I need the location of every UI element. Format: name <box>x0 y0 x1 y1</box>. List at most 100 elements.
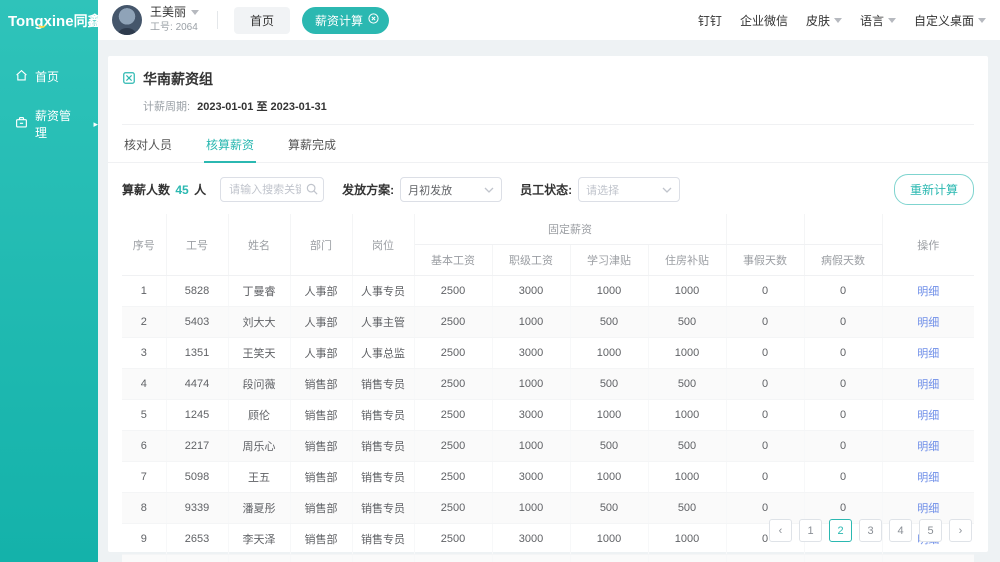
detail-link[interactable]: 明细 <box>917 348 939 360</box>
tab-calc-salary[interactable]: 核算薪资 <box>204 125 256 162</box>
menu-skin-label: 皮肤 <box>806 12 830 29</box>
cell-action: 明细 <box>882 307 974 338</box>
cell-dept: 人事部 <box>290 307 352 338</box>
next-page-button[interactable]: › <box>949 519 972 542</box>
card-head: 华南薪资组 计薪周期: 2023-01-01 至 2023-01-31 <box>108 56 988 125</box>
table-row: 6 2217 周乐心 销售部 销售专员 2500 1000 500 500 0 … <box>122 431 974 462</box>
home-icon <box>15 69 28 85</box>
cell-grade-salary: 1000 <box>492 493 570 524</box>
cell-base-salary: 2500 <box>414 369 492 400</box>
detail-link[interactable]: 明细 <box>917 472 939 484</box>
status-select-placeholder: 请选择 <box>586 182 619 198</box>
cell-action: 明细 <box>882 431 974 462</box>
cell-personal-leave: 0 <box>726 431 804 462</box>
detail-link[interactable]: 明细 <box>917 441 939 453</box>
cell-emp-no: 2653 <box>166 524 228 555</box>
cell-position: 人事专员 <box>352 276 414 307</box>
menu-language[interactable]: 语言 <box>860 12 896 29</box>
menu-custom-desktop[interactable]: 自定义桌面 <box>914 12 986 29</box>
tab-calc-done[interactable]: 算薪完成 <box>286 125 338 162</box>
nav-tab-home[interactable]: 首页 <box>234 7 290 34</box>
user-avatar[interactable] <box>112 5 142 35</box>
menu-skin[interactable]: 皮肤 <box>806 12 842 29</box>
cell-name: 潘夏彤 <box>228 493 290 524</box>
cell-study-allowance: 500 <box>570 369 648 400</box>
detail-link[interactable]: 明细 <box>917 286 939 298</box>
page-button-4[interactable]: 4 <box>889 519 912 542</box>
staff-count-label: 算薪人数 <box>122 183 170 197</box>
brand-logo: Tongxine同鑫 <box>0 0 98 35</box>
cell-base-salary: 2500 <box>414 493 492 524</box>
cell-base-salary: 2500 <box>414 400 492 431</box>
cell-action: 明细 <box>882 338 974 369</box>
cell-name: 刘大大 <box>228 307 290 338</box>
tab-check-staff[interactable]: 核对人员 <box>122 125 174 162</box>
detail-link[interactable]: 明细 <box>917 317 939 329</box>
close-icon[interactable] <box>368 13 379 27</box>
nav-tab-payroll-calc[interactable]: 薪资计算 <box>302 7 389 34</box>
cell-study-allowance: 1000 <box>570 462 648 493</box>
cell-sick-leave: 0 <box>804 369 882 400</box>
cell-position: 销售专员 <box>352 493 414 524</box>
cell-name: 王五 <box>228 462 290 493</box>
page-button-3[interactable]: 3 <box>859 519 882 542</box>
cell-action: 明细 <box>882 276 974 307</box>
col-name: 姓名 <box>228 214 290 276</box>
table-row: 3 1351 王笑天 人事部 人事总监 2500 3000 1000 1000 … <box>122 338 974 369</box>
search-box <box>220 177 324 202</box>
cell-emp-no: 9339 <box>166 493 228 524</box>
page-button-1[interactable]: 1 <box>799 519 822 542</box>
cell-grade-salary: 1000 <box>492 307 570 338</box>
detail-link[interactable]: 明细 <box>917 410 939 422</box>
chevron-down-icon[interactable] <box>191 10 199 15</box>
cell-emp-no: 1351 <box>166 338 228 369</box>
chevron-down-icon <box>662 187 672 193</box>
cell-study-allowance: 500 <box>570 307 648 338</box>
main-card: 华南薪资组 计薪周期: 2023-01-01 至 2023-01-31 核对人员… <box>108 56 988 552</box>
detail-link[interactable]: 明细 <box>917 503 939 515</box>
cell-personal-leave: 0 <box>726 555 804 562</box>
cell-study-allowance: 500 <box>570 431 648 462</box>
cell-dept: 销售部 <box>290 400 352 431</box>
table-row: 1 5828 丁曼睿 人事部 人事专员 2500 3000 1000 1000 … <box>122 276 974 307</box>
cell-name: 顾伦 <box>228 400 290 431</box>
sidebar-item-home[interactable]: 首页 <box>0 57 98 96</box>
menu-wecom[interactable]: 企业微信 <box>740 12 788 29</box>
cell-personal-leave: 0 <box>726 369 804 400</box>
cell-base-salary: 2500 <box>414 307 492 338</box>
col-dept: 部门 <box>290 214 352 276</box>
cell-personal-leave: 0 <box>726 462 804 493</box>
plan-select[interactable]: 月初发放 <box>400 177 502 202</box>
detail-link[interactable]: 明细 <box>917 379 939 391</box>
table-row: 5 1245 顾伦 销售部 销售专员 2500 3000 1000 1000 0… <box>122 400 974 431</box>
pay-period: 计薪周期: 2023-01-01 至 2023-01-31 <box>143 98 974 114</box>
plan-label: 发放方案: <box>342 181 394 198</box>
page-button-5[interactable]: 5 <box>919 519 942 542</box>
cell-seq: 7 <box>122 462 166 493</box>
cell-personal-leave: 0 <box>726 276 804 307</box>
sidebar-item-payroll[interactable]: 薪资管理 ▸ <box>0 96 98 152</box>
menu-language-label: 语言 <box>860 12 884 29</box>
menu-dingtalk[interactable]: 钉钉 <box>698 12 722 29</box>
cell-seq: 6 <box>122 431 166 462</box>
page-button-2[interactable]: 2 <box>829 519 852 542</box>
status-select[interactable]: 请选择 <box>578 177 680 202</box>
pay-period-label: 计薪周期: <box>143 101 190 113</box>
pay-period-value: 2023-01-01 至 2023-01-31 <box>197 101 327 113</box>
cell-emp-no: 5403 <box>166 307 228 338</box>
recalculate-button[interactable]: 重新计算 <box>894 174 974 205</box>
prev-page-button[interactable]: ‹ <box>769 519 792 542</box>
col-grade-salary: 职级工资 <box>492 245 570 276</box>
cell-seq: 10 <box>122 555 166 562</box>
status-label: 员工状态: <box>520 181 572 198</box>
cell-grade-salary: 1000 <box>492 431 570 462</box>
cell-housing-allowance: 1000 <box>648 462 726 493</box>
payroll-icon <box>15 116 28 132</box>
cell-grade-salary: 3000 <box>492 524 570 555</box>
search-icon <box>306 183 318 198</box>
cell-personal-leave: 0 <box>726 338 804 369</box>
chevron-right-icon: ▸ <box>93 120 98 129</box>
cell-sick-leave: 0 <box>804 462 882 493</box>
cell-seq: 3 <box>122 338 166 369</box>
col-emp-no: 工号 <box>166 214 228 276</box>
